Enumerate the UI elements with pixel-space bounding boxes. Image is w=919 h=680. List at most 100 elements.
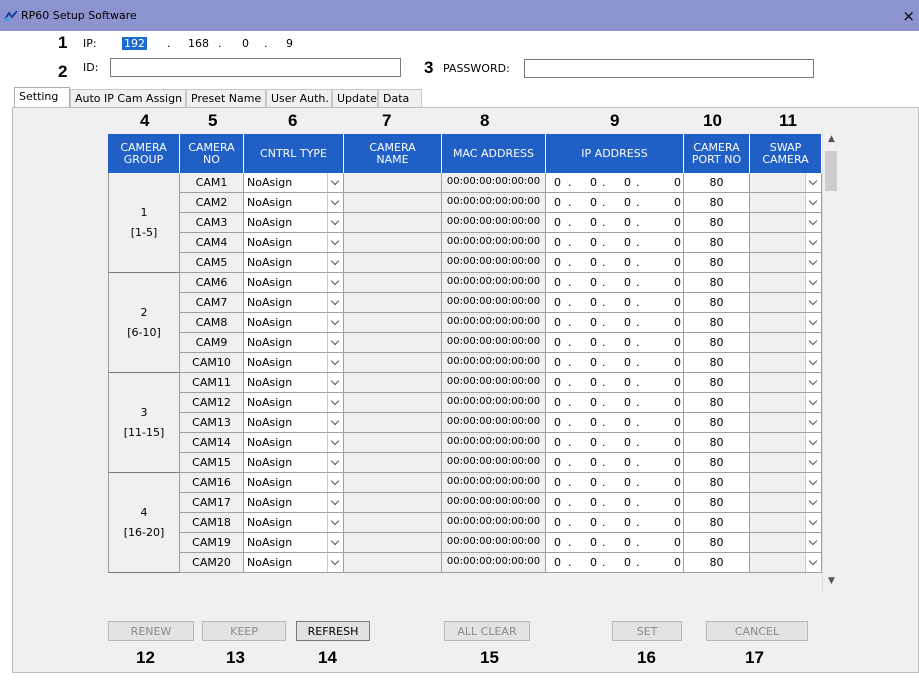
camera-name-cell[interactable] [344,533,442,553]
swap-camera-select[interactable] [750,353,822,373]
ip-octet[interactable]: 0 [590,436,597,449]
keep-button[interactable]: KEEP [202,621,286,641]
ip-octet[interactable]: 0 [674,496,681,509]
ip-address-field[interactable]: 0. 0. 0. 0 [546,513,684,533]
cntrl-type-select[interactable]: NoAsign [244,553,344,573]
tab-user-auth[interactable]: User Auth. [266,89,332,108]
chevron-down-icon[interactable] [327,193,343,212]
ip-octet[interactable]: 0 [554,256,561,269]
cntrl-type-select[interactable]: NoAsign [244,473,344,493]
ip-octet[interactable]: 0 [554,176,561,189]
ip-octet[interactable]: 0 [554,476,561,489]
camera-name-cell[interactable] [344,273,442,293]
ip-address-field[interactable]: 0. 0. 0. 0 [546,333,684,353]
ip-octet[interactable]: 0 [624,496,631,509]
chevron-down-icon[interactable] [805,353,821,372]
chevron-down-icon[interactable] [327,393,343,412]
ip-octet[interactable]: 0 [674,376,681,389]
chevron-down-icon[interactable] [327,173,343,192]
ip-octet[interactable]: 0 [674,416,681,429]
camera-port-field[interactable]: 80 [684,553,750,573]
ip-octet[interactable]: 0 [554,556,561,569]
ip-octet[interactable]: 0 [554,356,561,369]
camera-port-field[interactable]: 80 [684,313,750,333]
camera-port-field[interactable]: 80 [684,353,750,373]
ip-octet[interactable]: 0 [624,416,631,429]
chevron-down-icon[interactable] [805,293,821,312]
camera-name-cell[interactable] [344,233,442,253]
chevron-down-icon[interactable] [805,493,821,512]
swap-camera-select[interactable] [750,233,822,253]
ip-address-field[interactable]: 0. 0. 0. 0 [546,353,684,373]
ip-octet[interactable]: 0 [554,296,561,309]
chevron-down-icon[interactable] [327,293,343,312]
ip-address-field[interactable]: 0. 0. 0. 0 [546,373,684,393]
camera-port-field[interactable]: 80 [684,193,750,213]
chevron-down-icon[interactable] [327,233,343,252]
camera-name-cell[interactable] [344,513,442,533]
ip-octet[interactable]: 0 [590,336,597,349]
ip-address-field[interactable]: 0. 0. 0. 0 [546,173,684,193]
id-field[interactable] [110,58,401,77]
camera-port-field[interactable]: 80 [684,413,750,433]
chevron-down-icon[interactable] [805,193,821,212]
chevron-down-icon[interactable] [805,453,821,472]
ip-octet[interactable]: 0 [590,496,597,509]
cntrl-type-select[interactable]: NoAsign [244,413,344,433]
chevron-down-icon[interactable] [805,553,821,572]
chevron-down-icon[interactable] [327,513,343,532]
chevron-down-icon[interactable] [805,413,821,432]
camera-port-field[interactable]: 80 [684,173,750,193]
ip-octet[interactable]: 0 [674,356,681,369]
chevron-down-icon[interactable] [327,553,343,572]
cntrl-type-select[interactable]: NoAsign [244,193,344,213]
renew-button[interactable]: RENEW [108,621,194,641]
ip-octet[interactable]: 0 [590,516,597,529]
ip-octet[interactable]: 0 [590,456,597,469]
camera-port-field[interactable]: 80 [684,393,750,413]
camera-name-cell[interactable] [344,213,442,233]
chevron-down-icon[interactable] [327,413,343,432]
ip-address-field[interactable]: 0. 0. 0. 0 [546,533,684,553]
chevron-down-icon[interactable] [805,333,821,352]
chevron-down-icon[interactable] [327,313,343,332]
swap-camera-select[interactable] [750,393,822,413]
ip-octet[interactable]: 0 [590,396,597,409]
ip-octet[interactable]: 0 [554,276,561,289]
table-scrollbar[interactable]: ▲ ▼ [822,134,839,593]
scroll-up-icon[interactable]: ▲ [823,134,840,151]
chevron-down-icon[interactable] [805,513,821,532]
chevron-down-icon[interactable] [805,273,821,292]
camera-port-field[interactable]: 80 [684,513,750,533]
password-field[interactable] [524,59,814,78]
cntrl-type-select[interactable]: NoAsign [244,353,344,373]
camera-port-field[interactable]: 80 [684,433,750,453]
ip-octet[interactable]: 0 [674,216,681,229]
cntrl-type-select[interactable]: NoAsign [244,393,344,413]
ip-octet[interactable]: 0 [590,196,597,209]
ip-octet[interactable]: 0 [674,476,681,489]
chevron-down-icon[interactable] [327,353,343,372]
ip-octet[interactable]: 0 [624,316,631,329]
ip-octet[interactable]: 0 [674,336,681,349]
ip-octet[interactable]: 0 [554,216,561,229]
cntrl-type-select[interactable]: NoAsign [244,173,344,193]
swap-camera-select[interactable] [750,493,822,513]
camera-port-field[interactable]: 80 [684,253,750,273]
camera-name-cell[interactable] [344,473,442,493]
ip-address-field[interactable]: 0. 0. 0. 0 [546,193,684,213]
ip-octet[interactable]: 0 [590,296,597,309]
ip-octet[interactable]: 0 [554,396,561,409]
ip-octet[interactable]: 0 [674,436,681,449]
camera-port-field[interactable]: 80 [684,493,750,513]
ip-address-field[interactable]: 0. 0. 0. 0 [546,433,684,453]
chevron-down-icon[interactable] [327,493,343,512]
ip-octet[interactable]: 0 [624,336,631,349]
ip-octet[interactable]: 0 [624,276,631,289]
camera-port-field[interactable]: 80 [684,473,750,493]
cntrl-type-select[interactable]: NoAsign [244,313,344,333]
camera-name-cell[interactable] [344,493,442,513]
ip-octet[interactable]: 0 [624,436,631,449]
chevron-down-icon[interactable] [327,253,343,272]
ip-octet[interactable]: 0 [590,536,597,549]
